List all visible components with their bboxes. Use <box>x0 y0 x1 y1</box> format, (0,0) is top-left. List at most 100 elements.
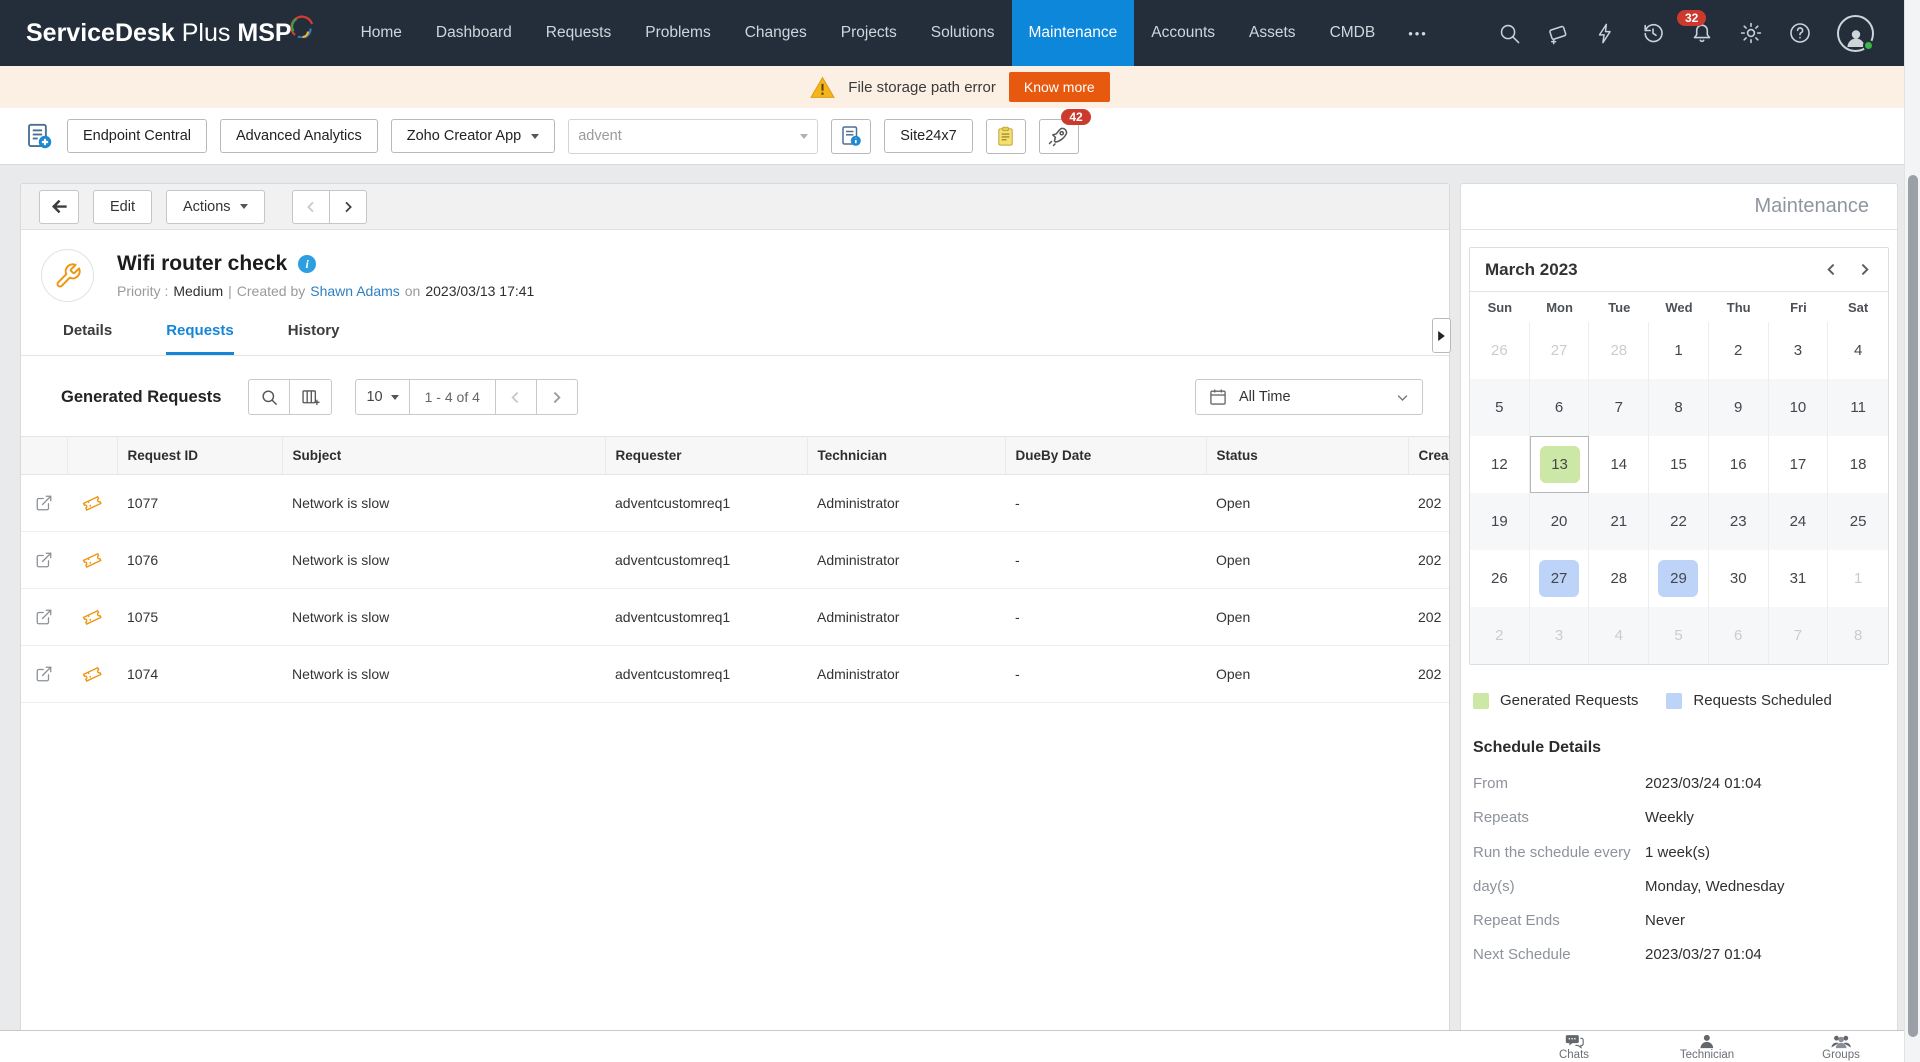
calendar-day[interactable]: 3 <box>1769 322 1829 379</box>
nav-item-changes[interactable]: Changes <box>728 0 824 66</box>
actions-dropdown[interactable]: Actions <box>166 189 265 224</box>
calendar-day[interactable]: 21 <box>1589 493 1650 550</box>
advanced-analytics-button[interactable]: Advanced Analytics <box>220 119 378 153</box>
calendar-day[interactable]: 4 <box>1828 322 1888 379</box>
calendar-day[interactable]: 14 <box>1589 436 1650 493</box>
search-icon[interactable] <box>1498 22 1521 45</box>
calendar-day[interactable]: 6 <box>1709 607 1769 664</box>
calendar-day[interactable]: 31 <box>1769 550 1829 607</box>
tab-history[interactable]: History <box>288 322 340 355</box>
nav-item-dashboard[interactable]: Dashboard <box>419 0 529 66</box>
calendar-next-button[interactable] <box>1856 261 1873 278</box>
open-request-cell[interactable] <box>21 645 67 703</box>
calendar-day[interactable]: 20 <box>1530 493 1590 550</box>
previous-record-button[interactable] <box>291 189 330 224</box>
column-chooser-button[interactable] <box>289 379 333 415</box>
integration-search-field[interactable] <box>568 118 819 154</box>
open-request-cell[interactable] <box>21 474 67 532</box>
calendar-prev-button[interactable] <box>1823 261 1840 278</box>
table-search-button[interactable] <box>248 379 291 415</box>
created-by-user-link[interactable]: Shawn Adams <box>310 283 400 299</box>
history-icon[interactable] <box>1641 21 1665 45</box>
table-row[interactable]: 1076 Network is slow adventcustomreq1 Admin… <box>21 531 1449 589</box>
calendar-day[interactable]: 29 <box>1649 550 1709 607</box>
nav-item-home[interactable]: Home <box>344 0 419 66</box>
back-button[interactable] <box>39 189 79 224</box>
calendar-day[interactable]: 1 <box>1828 550 1888 607</box>
previous-page-button[interactable] <box>494 379 537 415</box>
calendar-day[interactable]: 7 <box>1589 379 1650 436</box>
info-icon[interactable]: i <box>298 255 317 273</box>
nav-item-problems[interactable]: Problems <box>628 0 727 66</box>
calendar-day[interactable]: 13 <box>1529 436 1590 493</box>
notifications-bell-icon[interactable]: 32 <box>1677 10 1714 45</box>
calendar-day[interactable]: 28 <box>1589 550 1650 607</box>
endpoint-central-button[interactable]: Endpoint Central <box>67 119 208 153</box>
calendar-day[interactable]: 12 <box>1470 436 1530 493</box>
calendar-day[interactable]: 6 <box>1530 379 1590 436</box>
calendar-day[interactable]: 23 <box>1709 493 1769 550</box>
calendar-day[interactable]: 8 <box>1649 379 1709 436</box>
integration-info-button[interactable] <box>831 118 872 154</box>
nav-item-accounts[interactable]: Accounts <box>1134 0 1232 66</box>
calendar-day[interactable]: 2 <box>1470 607 1530 664</box>
calendar-day[interactable]: 9 <box>1709 379 1769 436</box>
calendar-day[interactable]: 7 <box>1769 607 1829 664</box>
open-request-cell[interactable] <box>21 531 67 589</box>
calendar-day[interactable]: 24 <box>1769 493 1829 550</box>
chats-button[interactable]: Chats <box>1559 1034 1589 1061</box>
tab-details[interactable]: Details <box>63 322 112 355</box>
calendar-day[interactable]: 2 <box>1709 322 1769 379</box>
calendar-day[interactable]: 8 <box>1828 607 1888 664</box>
technician-button[interactable]: Technician <box>1680 1034 1734 1061</box>
table-row[interactable]: 1074 Network is slow adventcustomreq1 Admin… <box>21 645 1449 703</box>
nav-item-maintenance[interactable]: Maintenance <box>1011 0 1135 66</box>
calendar-day[interactable]: 1 <box>1649 322 1709 379</box>
calendar-day[interactable]: 3 <box>1530 607 1590 664</box>
nav-more-button[interactable]: ••• <box>1392 26 1444 41</box>
page-size-dropdown[interactable]: 10 <box>355 379 410 415</box>
tab-requests[interactable]: Requests <box>166 322 234 355</box>
site24x7-button[interactable]: Site24x7 <box>884 119 973 153</box>
create-ticket-icon[interactable] <box>1546 22 1569 45</box>
calendar-day[interactable]: 5 <box>1649 607 1709 664</box>
edit-button[interactable]: Edit <box>93 189 152 224</box>
sidebar-collapse-toggle[interactable] <box>1432 318 1451 353</box>
calendar-day[interactable]: 18 <box>1828 436 1888 493</box>
calendar-day[interactable]: 11 <box>1828 379 1888 436</box>
open-request-cell[interactable] <box>21 588 67 646</box>
calendar-day[interactable]: 17 <box>1769 436 1829 493</box>
calendar-day[interactable]: 26 <box>1470 550 1530 607</box>
calendar-day[interactable]: 22 <box>1649 493 1709 550</box>
nav-item-assets[interactable]: Assets <box>1232 0 1313 66</box>
table-row[interactable]: 1075 Network is slow adventcustomreq1 Admin… <box>21 588 1449 646</box>
user-avatar[interactable] <box>1837 14 1874 52</box>
release-notes-button[interactable] <box>985 118 1026 154</box>
settings-gear-icon[interactable] <box>1739 21 1763 45</box>
calendar-day[interactable]: 15 <box>1649 436 1709 493</box>
help-icon[interactable] <box>1788 21 1812 45</box>
calendar-day[interactable]: 26 <box>1470 322 1530 379</box>
calendar-day[interactable]: 16 <box>1709 436 1769 493</box>
nav-item-cmdb[interactable]: CMDB <box>1313 0 1393 66</box>
nav-item-solutions[interactable]: Solutions <box>914 0 1012 66</box>
next-record-button[interactable] <box>328 189 367 224</box>
calendar-day[interactable]: 27 <box>1530 550 1590 607</box>
calendar-day[interactable]: 10 <box>1769 379 1829 436</box>
nav-item-projects[interactable]: Projects <box>824 0 914 66</box>
groups-button[interactable]: Groups <box>1822 1034 1860 1061</box>
calendar-day[interactable]: 28 <box>1589 322 1650 379</box>
calendar-day[interactable]: 4 <box>1589 607 1650 664</box>
calendar-day[interactable]: 30 <box>1709 550 1769 607</box>
scrollbar-thumb[interactable] <box>1908 175 1918 1037</box>
time-filter-dropdown[interactable]: All Time <box>1195 379 1423 415</box>
nav-item-requests[interactable]: Requests <box>529 0 628 66</box>
table-row[interactable]: 1077 Network is slow adventcustomreq1 Admin… <box>21 474 1449 532</box>
calendar-day[interactable]: 25 <box>1828 493 1888 550</box>
calendar-day[interactable]: 19 <box>1470 493 1530 550</box>
add-integration-icon[interactable] <box>24 121 54 151</box>
integration-search-input[interactable] <box>578 128 801 144</box>
know-more-button[interactable]: Know more <box>1008 72 1110 102</box>
quick-actions-icon[interactable] <box>1594 22 1616 45</box>
calendar-day[interactable]: 5 <box>1470 379 1530 436</box>
